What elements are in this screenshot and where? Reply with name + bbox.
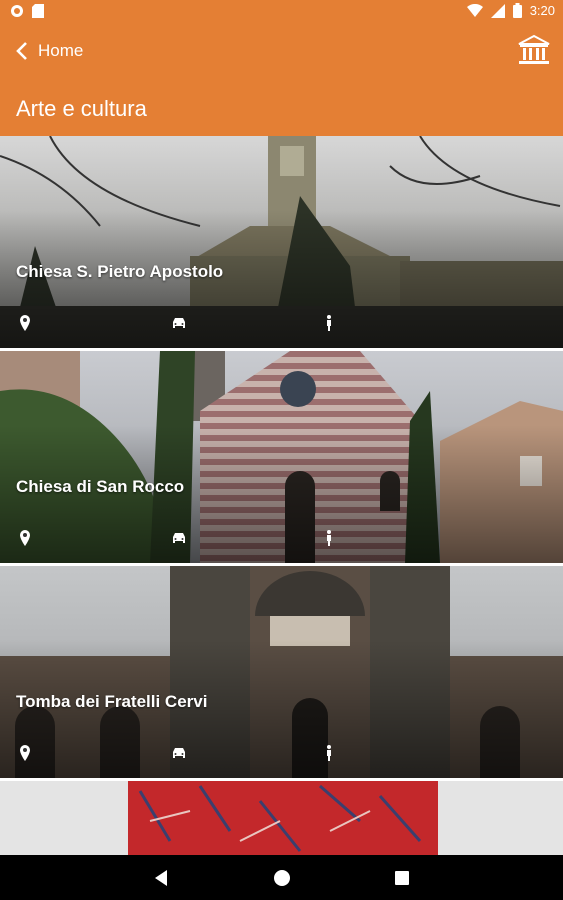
- poi-card[interactable]: Tomba dei Fratelli Cervi: [0, 566, 563, 781]
- recents-icon[interactable]: [391, 867, 413, 889]
- signal-icon: [490, 3, 505, 18]
- wifi-icon: [466, 3, 483, 17]
- status-bar: 3:20: [0, 0, 563, 24]
- notification-icon: [11, 5, 23, 17]
- card-actions: [0, 529, 563, 547]
- museum-button[interactable]: [517, 34, 551, 66]
- car-icon[interactable]: [170, 529, 188, 547]
- pedestrian-icon[interactable]: [320, 529, 338, 547]
- sim-card-icon: [32, 4, 44, 18]
- home-back-button[interactable]: Home: [16, 36, 83, 66]
- home-icon[interactable]: [271, 867, 293, 889]
- status-left-icons: [10, 4, 44, 18]
- card-title: Chiesa S. Pietro Apostolo: [16, 262, 224, 281]
- location-pin-icon[interactable]: [16, 744, 34, 762]
- card-actions: [0, 314, 563, 332]
- status-right: 3:20: [466, 3, 555, 18]
- pedestrian-icon[interactable]: [320, 744, 338, 762]
- back-label: Home: [38, 41, 84, 60]
- location-pin-icon[interactable]: [16, 529, 34, 547]
- chevron-left-icon: [16, 42, 27, 60]
- back-icon[interactable]: [150, 867, 172, 889]
- location-pin-icon[interactable]: [16, 314, 34, 332]
- app-bar: Home Arte e cultura: [0, 24, 563, 136]
- status-time: 3:20: [529, 3, 555, 18]
- poi-list: Chiesa S. Pietro Apostolo Chiesa di San …: [0, 136, 563, 856]
- poi-card[interactable]: [0, 781, 563, 855]
- battery-icon: [512, 3, 522, 18]
- pedestrian-icon[interactable]: [320, 314, 338, 332]
- card-title: Chiesa di San Rocco: [16, 477, 185, 496]
- poi-card[interactable]: Chiesa S. Pietro Apostolo: [0, 136, 563, 351]
- museum-icon: [518, 34, 550, 64]
- navigation-bar: [0, 856, 563, 900]
- poi-card[interactable]: Chiesa di San Rocco: [0, 351, 563, 566]
- section-title: Arte e cultura: [16, 96, 147, 121]
- car-icon[interactable]: [170, 314, 188, 332]
- artwork-photo: [0, 781, 563, 855]
- card-title: Tomba dei Fratelli Cervi: [16, 692, 208, 711]
- card-actions: [0, 744, 563, 762]
- car-icon[interactable]: [170, 744, 188, 762]
